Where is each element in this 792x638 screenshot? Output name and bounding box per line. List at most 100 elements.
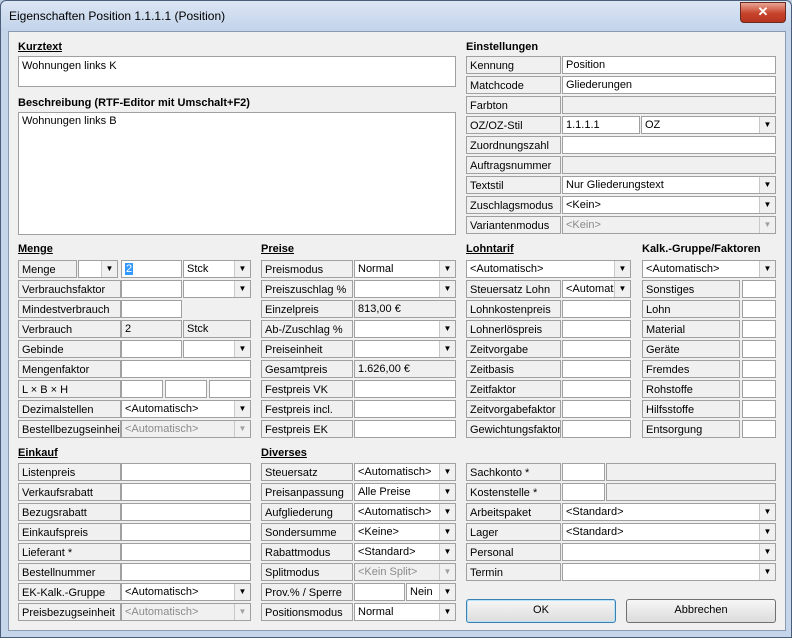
preismodus-select[interactable]: Normal ▼ bbox=[354, 260, 456, 278]
lieferant-label[interactable]: Lieferant * bbox=[18, 543, 121, 561]
kennung-input[interactable]: Position bbox=[562, 56, 776, 74]
zuordnungszahl-input[interactable] bbox=[562, 136, 776, 154]
chevron-down-icon[interactable]: ▼ bbox=[234, 341, 250, 357]
sondersumme-select[interactable]: <Keine> ▼ bbox=[354, 523, 456, 541]
zeitvorgabefaktor-input[interactable] bbox=[562, 400, 631, 418]
gebinde-input[interactable] bbox=[121, 340, 182, 358]
chevron-down-icon[interactable]: ▼ bbox=[759, 177, 775, 193]
chevron-down-icon[interactable]: ▼ bbox=[234, 281, 250, 297]
kalk-item-input[interactable] bbox=[742, 300, 776, 318]
chevron-down-icon[interactable]: ▼ bbox=[439, 504, 455, 520]
bestellnummer-input[interactable] bbox=[121, 563, 251, 581]
laenge-input[interactable] bbox=[121, 380, 163, 398]
festpreisek-input[interactable] bbox=[354, 420, 456, 438]
gebinde-select[interactable]: ▼ bbox=[183, 340, 251, 358]
rabattmodus-select[interactable]: <Standard> ▼ bbox=[354, 543, 456, 561]
chevron-down-icon[interactable]: ▼ bbox=[759, 117, 775, 133]
gewichtungsfaktor-input[interactable] bbox=[562, 420, 631, 438]
chevron-down-icon[interactable]: ▼ bbox=[759, 261, 775, 277]
sachkonto-label[interactable]: Sachkonto * bbox=[466, 463, 561, 481]
chevron-down-icon[interactable]: ▼ bbox=[439, 484, 455, 500]
menge-unit-select[interactable]: Stck ▼ bbox=[183, 260, 251, 278]
chevron-down-icon[interactable]: ▼ bbox=[614, 261, 630, 277]
arbeitspaket-select[interactable]: <Standard> ▼ bbox=[562, 503, 776, 521]
chevron-down-icon[interactable]: ▼ bbox=[234, 261, 250, 277]
positionsmodus-select[interactable]: Normal ▼ bbox=[354, 603, 456, 621]
lohntarif-select[interactable]: <Automatisch> ▼ bbox=[466, 260, 631, 278]
preiseinheit-select[interactable]: ▼ bbox=[354, 340, 456, 358]
lohnerloespreis-input[interactable] bbox=[562, 320, 631, 338]
kurztext-input[interactable]: Wohnungen links K bbox=[18, 56, 456, 87]
listenpreis-input[interactable] bbox=[121, 463, 251, 481]
farbton-field[interactable] bbox=[562, 96, 776, 114]
chevron-down-icon[interactable]: ▼ bbox=[759, 197, 775, 213]
verkaufsrabatt-input[interactable] bbox=[121, 483, 251, 501]
verbrauchsfaktor-select[interactable]: ▼ bbox=[183, 280, 251, 298]
kostenstelle-label[interactable]: Kostenstelle * bbox=[466, 483, 561, 501]
ozstil-select[interactable]: OZ ▼ bbox=[641, 116, 776, 134]
sperre-select[interactable]: Nein ▼ bbox=[406, 583, 456, 601]
chevron-down-icon[interactable]: ▼ bbox=[439, 261, 455, 277]
menge-operator-select[interactable]: ▼ bbox=[78, 260, 118, 278]
ekkalk-select[interactable]: <Automatisch> ▼ bbox=[121, 583, 251, 601]
chevron-down-icon[interactable]: ▼ bbox=[439, 544, 455, 560]
abbrechen-button[interactable]: Abbrechen bbox=[626, 599, 776, 623]
steuersatzlohn-select[interactable]: <Automat ▼ bbox=[562, 280, 631, 298]
sachkonto-input[interactable] bbox=[562, 463, 605, 481]
dezimalstellen-select[interactable]: <Automatisch> ▼ bbox=[121, 400, 251, 418]
preisanpassung-select[interactable]: Alle Preise ▼ bbox=[354, 483, 456, 501]
chevron-down-icon[interactable]: ▼ bbox=[614, 281, 630, 297]
chevron-down-icon[interactable]: ▼ bbox=[439, 341, 455, 357]
chevron-down-icon[interactable]: ▼ bbox=[759, 524, 775, 540]
title-bar[interactable]: Eigenschaften Position 1.1.1.1 (Position… bbox=[1, 1, 791, 31]
chevron-down-icon[interactable]: ▼ bbox=[439, 464, 455, 480]
personal-select[interactable]: ▼ bbox=[562, 543, 776, 561]
kalk-item-input[interactable] bbox=[742, 380, 776, 398]
kalk-item-input[interactable] bbox=[742, 340, 776, 358]
verbrauchsfaktor-input[interactable] bbox=[121, 280, 182, 298]
oz-input[interactable]: 1.1.1.1 bbox=[562, 116, 640, 134]
chevron-down-icon[interactable]: ▼ bbox=[759, 544, 775, 560]
ok-button[interactable]: OK bbox=[466, 599, 616, 623]
lieferant-input[interactable] bbox=[121, 543, 251, 561]
mengenfaktor-input[interactable] bbox=[121, 360, 251, 378]
hoehe-input[interactable] bbox=[209, 380, 251, 398]
zeitfaktor-input[interactable] bbox=[562, 380, 631, 398]
festpreisinkl-input[interactable] bbox=[354, 400, 456, 418]
zeitbasis-input[interactable] bbox=[562, 360, 631, 378]
breite-input[interactable] bbox=[165, 380, 207, 398]
beschreibung-editor[interactable]: Wohnungen links B bbox=[18, 112, 456, 235]
chevron-down-icon[interactable]: ▼ bbox=[234, 401, 250, 417]
festpreisvk-input[interactable] bbox=[354, 380, 456, 398]
chevron-down-icon[interactable]: ▼ bbox=[759, 504, 775, 520]
kalk-item-input[interactable] bbox=[742, 360, 776, 378]
chevron-down-icon[interactable]: ▼ bbox=[439, 524, 455, 540]
kalk-item-input[interactable] bbox=[742, 420, 776, 438]
close-button[interactable]: ✕ bbox=[740, 2, 786, 23]
matchcode-input[interactable]: Gliederungen bbox=[562, 76, 776, 94]
lohnkostenpreis-input[interactable] bbox=[562, 300, 631, 318]
chevron-down-icon[interactable]: ▼ bbox=[439, 321, 455, 337]
chevron-down-icon[interactable]: ▼ bbox=[101, 261, 117, 277]
kalk-item-input[interactable] bbox=[742, 320, 776, 338]
auftragsnummer-field[interactable] bbox=[562, 156, 776, 174]
mindestverbrauch-input[interactable] bbox=[121, 300, 182, 318]
lager-select[interactable]: <Standard> ▼ bbox=[562, 523, 776, 541]
textstil-select[interactable]: Nur Gliederungstext ▼ bbox=[562, 176, 776, 194]
aufgliederung-select[interactable]: <Automatisch> ▼ bbox=[354, 503, 456, 521]
zuschlagsmodus-select[interactable]: <Kein> ▼ bbox=[562, 196, 776, 214]
termin-select[interactable]: ▼ bbox=[562, 563, 776, 581]
einkaufspreis-input[interactable] bbox=[121, 523, 251, 541]
preiszuschlag-select[interactable]: ▼ bbox=[354, 280, 456, 298]
steuersatz-select[interactable]: <Automatisch> ▼ bbox=[354, 463, 456, 481]
chevron-down-icon[interactable]: ▼ bbox=[234, 584, 250, 600]
kalk-item-input[interactable] bbox=[742, 400, 776, 418]
bezugsrabatt-input[interactable] bbox=[121, 503, 251, 521]
prov-input[interactable] bbox=[354, 583, 405, 601]
kalk-select[interactable]: <Automatisch> ▼ bbox=[642, 260, 776, 278]
chevron-down-icon[interactable]: ▼ bbox=[759, 564, 775, 580]
chevron-down-icon[interactable]: ▼ bbox=[439, 584, 455, 600]
menge-input[interactable]: 2 bbox=[121, 260, 182, 278]
kalk-item-input[interactable] bbox=[742, 280, 776, 298]
chevron-down-icon[interactable]: ▼ bbox=[439, 604, 455, 620]
